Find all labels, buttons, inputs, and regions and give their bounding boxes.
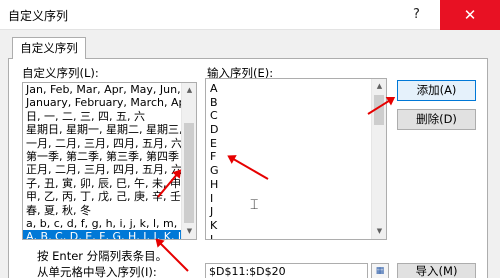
range-select-icon[interactable]: ▦	[371, 263, 389, 278]
list-item[interactable]: Jan, Feb, Mar, Apr, May, Jun, Ju	[23, 83, 183, 96]
list-item[interactable]: January, February, March, April	[23, 96, 183, 109]
add-button[interactable]: 添加(A)	[397, 80, 476, 101]
custom-lists-listbox[interactable]: Jan, Feb, Mar, Apr, May, Jun, Ju January…	[22, 82, 197, 240]
input-entry: C	[210, 109, 218, 123]
input-entry: F	[210, 150, 217, 164]
input-entry: I	[210, 191, 214, 205]
input-entry: B	[210, 95, 218, 109]
text-cursor-icon: ⌶	[250, 197, 259, 213]
input-entry: H	[210, 177, 219, 191]
custom-lists-scrollbar[interactable]: ▲ ▼	[181, 83, 196, 239]
title-bar: 自定义序列 ? ✕	[0, 0, 500, 30]
list-item[interactable]: 星期日, 星期一, 星期二, 星期三, 星	[23, 123, 183, 136]
delete-button[interactable]: 删除(D)	[397, 109, 476, 130]
scroll-up-icon[interactable]: ▲	[372, 79, 386, 94]
list-item[interactable]: 第一季, 第二季, 第三季, 第四季	[23, 150, 183, 163]
tab-custom-lists[interactable]: 自定义序列	[12, 37, 86, 59]
custom-lists-label: 自定义序列(L):	[22, 66, 99, 80]
list-item[interactable]: 春, 夏, 秋, 冬	[23, 204, 183, 217]
input-entry: A	[210, 82, 218, 95]
list-item[interactable]: 子, 丑, 寅, 卯, 辰, 巳, 午, 未, 申, 酉	[23, 177, 183, 190]
import-range-field[interactable]: $D$11:$D$20	[205, 263, 368, 278]
list-item[interactable]: 日, 一, 二, 三, 四, 五, 六	[23, 110, 183, 123]
scroll-down-icon[interactable]: ▼	[372, 224, 386, 239]
import-button[interactable]: 导入(M)	[397, 263, 476, 278]
input-entry: E	[210, 136, 217, 150]
window-title: 自定义序列	[8, 9, 69, 23]
help-icon[interactable]: ?	[394, 1, 439, 29]
list-item[interactable]: 正月, 二月, 三月, 四月, 五月, 六月	[23, 163, 183, 176]
scroll-thumb[interactable]	[184, 123, 194, 223]
input-entry: J	[210, 205, 214, 219]
input-entry: G	[210, 164, 219, 178]
close-button[interactable]: ✕	[440, 0, 500, 30]
list-item[interactable]: a, b, c, d, f, g, h, i, j, k, l, m, n, o	[23, 217, 183, 230]
scroll-down-icon[interactable]: ▼	[182, 224, 196, 239]
scroll-up-icon[interactable]: ▲	[182, 83, 196, 98]
input-entry: D	[210, 123, 219, 137]
input-entry: K	[210, 218, 218, 232]
import-label: 从单元格中导入序列(I):	[37, 265, 157, 278]
input-entry: L	[210, 232, 217, 240]
hint-text: 按 Enter 分隔列表条目。	[37, 249, 168, 263]
list-item[interactable]: 一月, 二月, 三月, 四月, 五月, 六月	[23, 137, 183, 150]
